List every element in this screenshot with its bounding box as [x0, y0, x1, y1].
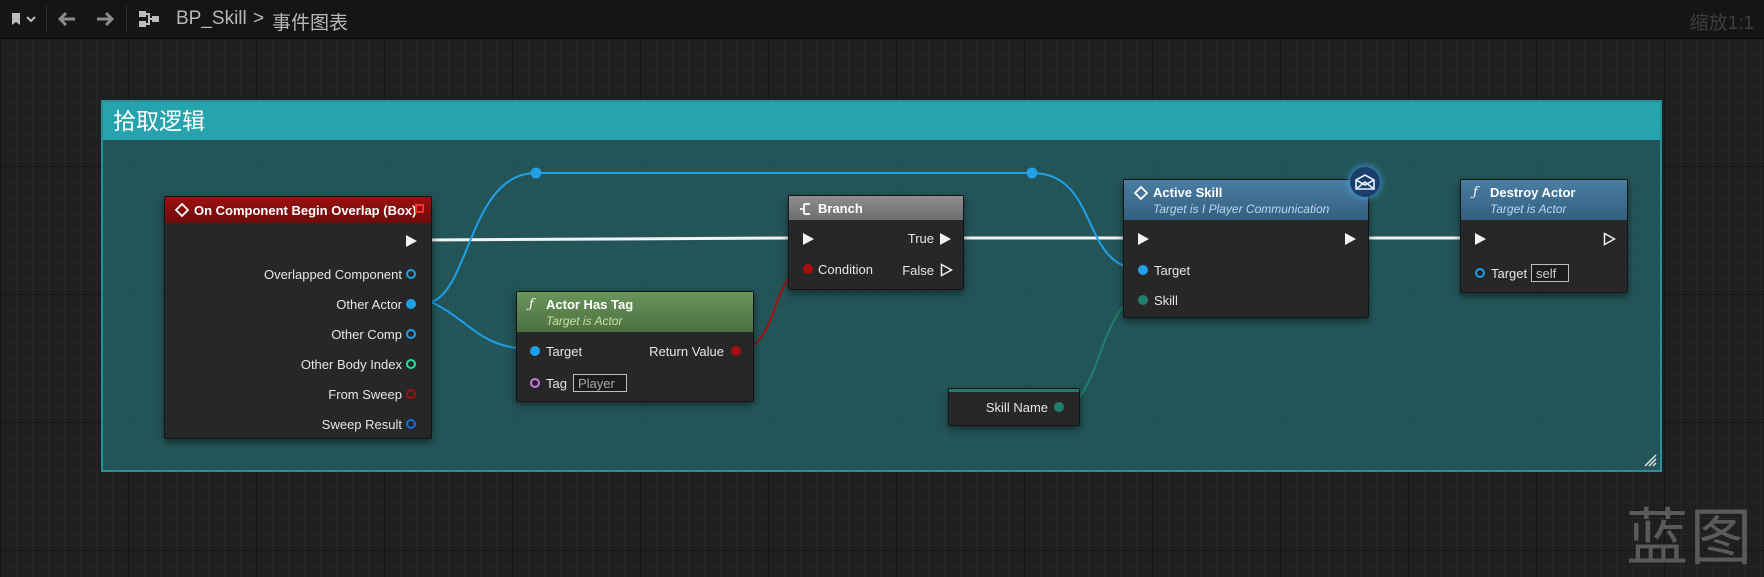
int-pin[interactable]	[406, 359, 416, 369]
bool-pin[interactable]	[803, 264, 813, 274]
struct-pin[interactable]	[406, 419, 416, 429]
envelope-icon	[1355, 174, 1375, 190]
pin-label: From Sweep	[328, 387, 402, 402]
pin-label: False	[902, 263, 934, 278]
exec-in-pin[interactable]	[1475, 233, 1486, 245]
node-title: On Component Begin Overlap (Box)	[194, 203, 417, 218]
pin-label: True	[907, 231, 934, 246]
pin-label: Other Body Index	[300, 357, 402, 372]
variable-header-bar	[949, 389, 1079, 392]
event-diamond-icon	[175, 203, 189, 217]
pin-label: Target	[546, 344, 583, 359]
pin-label: Target	[1491, 266, 1528, 281]
blueprint-watermark: 蓝图	[1626, 501, 1755, 574]
pin-label: Other Actor	[336, 297, 402, 312]
target-self-input[interactable]: self	[1531, 264, 1569, 282]
object-pin[interactable]	[406, 299, 416, 309]
delegate-pin[interactable]	[415, 204, 424, 213]
node-title: Active Skill	[1153, 185, 1223, 200]
object-pin[interactable]	[1475, 268, 1485, 278]
function-icon: ƒ	[1473, 185, 1478, 200]
bool-pin[interactable]	[406, 389, 416, 399]
bool-pin[interactable]	[731, 346, 741, 356]
tag-input[interactable]: Player	[573, 374, 627, 392]
pin-label: Condition	[818, 262, 873, 277]
object-pin[interactable]	[1138, 265, 1148, 275]
exec-in-pin[interactable]	[1138, 233, 1149, 245]
pin-label: Overlapped Component	[263, 267, 402, 282]
object-pin[interactable]	[406, 269, 416, 279]
reroute-knot	[530, 167, 542, 179]
pin-label: Skill	[1154, 293, 1178, 308]
node-title: Branch	[818, 201, 863, 216]
variable-label: Skill Name	[985, 400, 1048, 415]
pin-label: Sweep Result	[321, 417, 402, 432]
function-node-destroy-actor[interactable]: ƒ Destroy Actor Target is Actor Target s…	[1460, 179, 1628, 293]
node-title: Actor Has Tag	[546, 297, 634, 312]
node-header	[789, 196, 963, 220]
message-badge	[1350, 167, 1380, 197]
node-subtitle: Target is I Player Communication	[1153, 202, 1330, 216]
event-diamond-icon	[1134, 186, 1148, 200]
branch-icon	[800, 203, 810, 215]
object-pin[interactable]	[530, 346, 540, 356]
node-subtitle: Target is Actor	[1490, 202, 1567, 216]
pin-label: Target	[1154, 263, 1191, 278]
node-subtitle: Target is Actor	[546, 314, 623, 328]
message-node-active-skill[interactable]: Active Skill Target is I Player Communic…	[1123, 167, 1380, 318]
exec-wire	[423, 236, 797, 242]
name-pin[interactable]	[1138, 295, 1148, 305]
pin-label: Return Value	[649, 344, 724, 359]
exec-out-pin[interactable]	[940, 233, 951, 245]
exec-out-pin-unconnected[interactable]	[1603, 232, 1616, 246]
name-pin[interactable]	[530, 378, 540, 388]
exec-in-pin[interactable]	[803, 233, 814, 245]
reroute-knot	[1026, 167, 1038, 179]
function-node-actor-has-tag[interactable]: ƒ Actor Has Tag Target is Actor Target R…	[516, 291, 754, 402]
event-node-component-begin-overlap[interactable]: On Component Begin Overlap (Box) Overlap…	[164, 196, 432, 439]
object-pin[interactable]	[406, 329, 416, 339]
variable-node-skill-name[interactable]: Skill Name	[948, 388, 1080, 426]
pin-label: Other Comp	[331, 327, 402, 342]
exec-out-pin[interactable]	[1345, 233, 1356, 245]
exec-out-pin-unconnected[interactable]	[940, 263, 953, 277]
node-title: Destroy Actor	[1490, 185, 1576, 200]
function-icon: ƒ	[529, 297, 534, 312]
name-pin[interactable]	[1054, 402, 1064, 412]
pin-label: Tag	[546, 376, 567, 391]
exec-out-pin[interactable]	[406, 235, 417, 247]
branch-node[interactable]: Branch True Condition False	[788, 195, 964, 290]
